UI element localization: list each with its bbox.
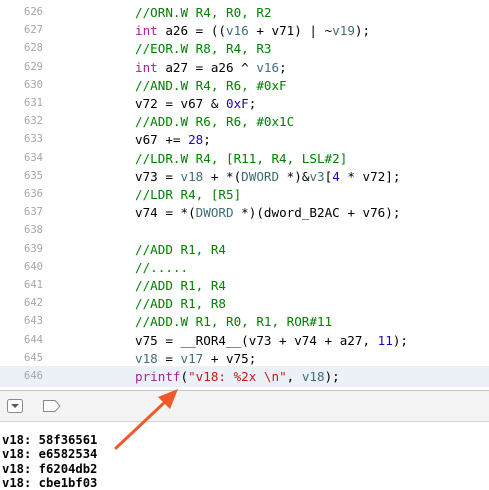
code-token: *)&: [279, 168, 310, 184]
code-token: //ADD R1, R4: [135, 241, 226, 257]
code-editor[interactable]: 626//ORN.W R4, R0, R2 627 int a26 = ((v16 …: [0, 0, 489, 390]
code-token: v18: [180, 168, 204, 184]
code-token: "v18: %2x \n": [188, 369, 287, 384]
code-text[interactable]: printf("v18: %2x \n", v18);: [135, 366, 340, 387]
code-token: v16: [226, 23, 249, 39]
code-token: //EOR.W R8, R4, R3: [135, 41, 272, 57]
code-token: v75 = __ROR4__(v73 + v74 + a27,: [135, 332, 378, 348]
code-token: 28: [188, 132, 204, 148]
code-token: v74 = *(: [135, 205, 196, 221]
console-output-line: v18: 58f36561: [2, 433, 98, 447]
code-token: //ADD.W R6, R6, #0x1C: [135, 114, 295, 130]
code-token: ;: [248, 96, 257, 111]
breakpoint-tag-icon[interactable]: [42, 398, 62, 414]
line-number[interactable]: 646: [0, 366, 43, 387]
console-output-line: v18: e6582534: [2, 447, 98, 462]
code-token: );: [324, 369, 340, 384]
code-token: (: [180, 369, 189, 384]
console-output-line: v18: cbe1bf03: [2, 475, 98, 490]
code-token: ,: [286, 369, 302, 384]
code-token: v67 +=: [135, 132, 189, 148]
code-line[interactable]: 646 printf("v18: %2x \n", v18);: [0, 366, 489, 387]
code-token: 4: [332, 168, 340, 184]
code-token: v16: [256, 59, 280, 75]
code-token: v18: [301, 369, 325, 384]
code-token: a27 = a26 ^: [157, 59, 257, 75]
code-token: 11: [377, 332, 393, 348]
code-token: + v71) | ~: [248, 23, 333, 39]
code-token: //LDR R4, [R5]: [135, 187, 242, 202]
code-token: =: [157, 350, 181, 366]
code-token: DWORD: [195, 205, 234, 221]
chevron-down-square-icon[interactable]: [6, 398, 24, 414]
code-token: //ORN.W R4, R0, R2: [135, 5, 272, 20]
code-token: //ADD R1, R8: [135, 296, 226, 312]
code-token: //ADD.W R1, R0, R1, ROR#11: [135, 314, 333, 330]
code-token: + v75;: [203, 350, 257, 366]
code-token: 0xF: [226, 96, 249, 111]
code-token: v18: [135, 350, 158, 366]
code-token: v19: [332, 23, 355, 39]
code-token: //LDR.W R4, [R11, R4, LSL#2]: [135, 150, 348, 166]
code-token: v3: [309, 168, 325, 184]
code-token: //AND.W R4, R6, #0xF: [135, 77, 287, 93]
code-token: //.....: [135, 259, 189, 275]
code-token: printf: [135, 369, 181, 384]
code-token: v73 =: [135, 168, 181, 184]
code-token: );: [354, 23, 371, 39]
code-token: * v72];: [339, 168, 401, 184]
code-token: a26 = ((: [157, 23, 226, 39]
debug-toolbar: [0, 390, 489, 422]
code-token: v17: [180, 350, 204, 366]
code-token: + *(: [203, 168, 242, 184]
code-token: ;: [203, 132, 211, 148]
code-token: int: [135, 59, 158, 75]
code-token: ;: [279, 59, 287, 75]
code-token: *)(dword_B2AC + v76);: [233, 205, 401, 221]
console-output-line: v18: f6204db2: [2, 461, 98, 476]
code-token: );: [392, 332, 408, 348]
debug-console[interactable]: v18: 58f36561 v18: e6582534 v18: f6204db2 v…: [0, 422, 489, 490]
code-token: v72 = v67 &: [135, 96, 226, 111]
code-token: int: [135, 23, 158, 39]
code-token: DWORD: [241, 168, 280, 184]
code-token: //ADD R1, R4: [135, 278, 226, 293]
